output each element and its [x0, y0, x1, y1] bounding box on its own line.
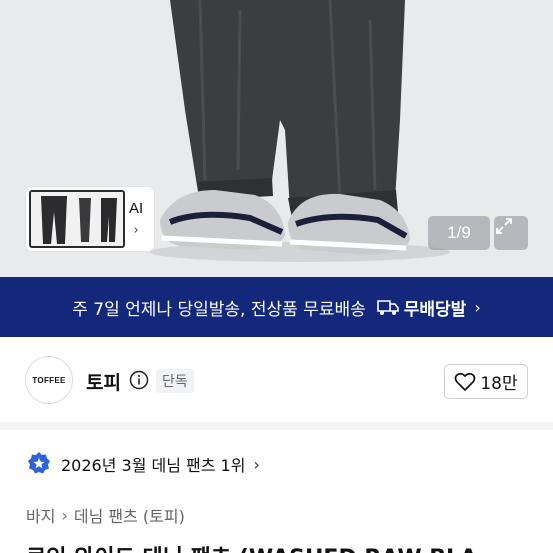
- expand-button[interactable]: [494, 216, 528, 250]
- breadcrumb-item-denim[interactable]: 데님 팬츠 (토피): [74, 503, 185, 527]
- thumbnail-illustration: [31, 192, 123, 246]
- brand-name[interactable]: 토피: [86, 368, 121, 395]
- brand-logo-text: TOFFEE: [32, 375, 66, 385]
- free-delivery-badge: 무배당발: [376, 295, 467, 320]
- chevron-right-icon: ›: [474, 297, 481, 317]
- brand-row: TOFFEE 토피 단독 18만: [0, 356, 553, 406]
- ai-lookbook-card[interactable]: AI ›: [26, 187, 154, 251]
- like-button[interactable]: 18만: [444, 364, 528, 399]
- ranking-link[interactable]: 2026년 3월 데님 팬츠 1위 ›: [27, 451, 260, 477]
- product-title: 로인 와이드 데님 팬츠 (WASHED RAW BLA: [26, 540, 477, 553]
- heart-icon: [455, 372, 476, 391]
- expand-icon: [496, 218, 512, 234]
- info-icon-glyph: [129, 370, 149, 390]
- breadcrumb: 바지 › 데님 팬츠 (토피): [26, 503, 185, 527]
- shipping-banner[interactable]: 주 7일 언제나 당일발송, 전상품 무료배송 무배당발 ›: [0, 277, 553, 337]
- banner-text: 주 7일 언제나 당일발송, 전상품 무료배송: [72, 299, 366, 320]
- chevron-right-icon: ›: [253, 454, 260, 474]
- chevron-right-icon: ›: [61, 505, 68, 525]
- ranking-text: 2026년 3월 데님 팬츠 1위: [61, 456, 246, 475]
- image-counter: 1/9: [428, 216, 490, 250]
- lookbook-thumbnail: [29, 190, 125, 248]
- brand-logo[interactable]: TOFFEE: [25, 356, 73, 404]
- free-delivery-label: 무배당발: [403, 299, 467, 320]
- delivery-truck-icon: [376, 300, 399, 315]
- chevron-right-icon: ›: [133, 223, 139, 238]
- ai-label: AI: [129, 200, 144, 217]
- exclusive-badge: 단독: [156, 369, 194, 393]
- section-divider: [0, 422, 553, 430]
- product-image[interactable]: AI › 1/9: [0, 0, 553, 277]
- rank-medal-icon: [28, 452, 50, 474]
- info-icon[interactable]: [129, 370, 149, 394]
- breadcrumb-item-pants[interactable]: 바지: [26, 503, 55, 527]
- like-count: 18만: [480, 374, 518, 394]
